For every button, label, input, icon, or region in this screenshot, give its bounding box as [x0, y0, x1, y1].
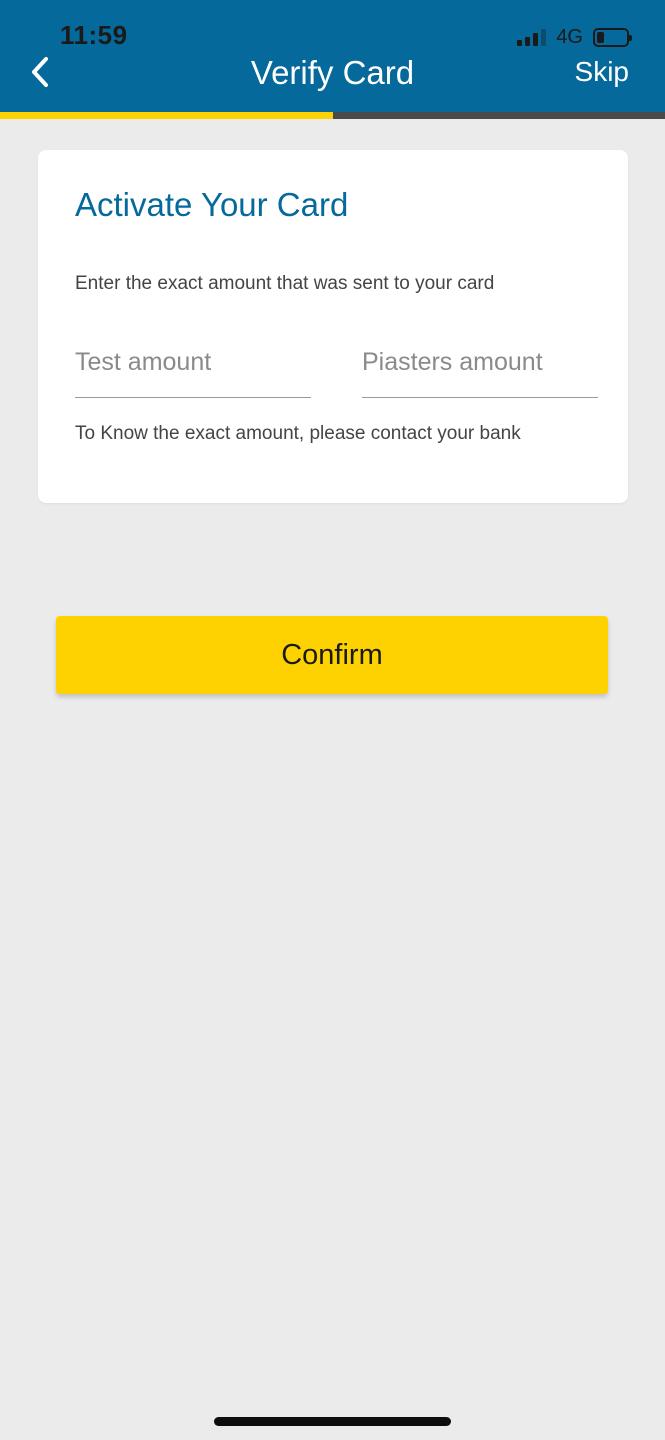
signal-bar: [517, 40, 523, 46]
battery-level: [597, 31, 604, 43]
status-time: 11:59: [60, 20, 128, 50]
signal-bar: [525, 37, 531, 46]
contact-bank-hint: To Know the exact amount, please contact…: [75, 423, 521, 444]
piasters-amount-input[interactable]: [362, 348, 598, 377]
piasters-amount-field: [362, 348, 598, 398]
app-header: 11:59 4G Verify Card Skip: [0, 0, 665, 112]
test-amount-field: [75, 348, 311, 398]
confirm-button[interactable]: Confirm: [56, 616, 608, 694]
verify-card-screen: 11:59 4G Verify Card Skip Activate Your …: [0, 0, 665, 1440]
test-amount-input[interactable]: [75, 348, 311, 377]
card-title: Activate Your Card: [75, 186, 349, 223]
signal-bar: [533, 33, 539, 46]
status-indicators: 4G: [517, 24, 632, 50]
home-indicator: [214, 1417, 451, 1426]
step-progress-fill: [0, 112, 333, 119]
network-type: 4G: [556, 25, 583, 48]
signal-bar: [541, 29, 547, 46]
activate-card-panel: Activate Your Card Enter the exact amoun…: [38, 150, 628, 503]
page-title: Verify Card: [250, 54, 415, 91]
cellular-signal-icon: [517, 28, 547, 46]
card-instruction: Enter the exact amount that was sent to …: [75, 273, 495, 294]
skip-button[interactable]: Skip: [575, 56, 629, 88]
battery-icon: [593, 27, 632, 47]
step-progress-bar: [0, 112, 665, 119]
